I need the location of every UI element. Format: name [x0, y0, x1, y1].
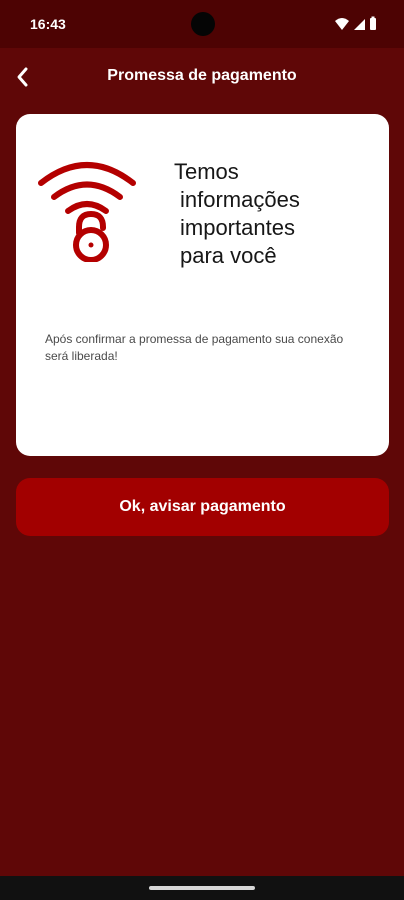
- headline-line-1: Temos: [174, 159, 239, 184]
- wifi-icon: [335, 18, 349, 30]
- app-bar: Promessa de pagamento: [0, 48, 404, 106]
- card-message: Após confirmar a promessa de pagamento s…: [45, 332, 344, 363]
- headline-line-3: importantes: [180, 215, 295, 240]
- status-time: 16:43: [30, 16, 66, 32]
- gesture-navigation-bar: [0, 876, 404, 900]
- card-headline: Temos informações importantes para você: [174, 158, 364, 270]
- signal-icon: [354, 19, 365, 30]
- wifi-lock-icon: [38, 162, 136, 262]
- page-title: Promessa de pagamento: [107, 67, 297, 84]
- headline-line-2: informações: [180, 187, 300, 212]
- home-indicator[interactable]: [149, 886, 255, 890]
- status-icons: [334, 16, 378, 32]
- headline-line-4: para você: [180, 243, 277, 268]
- battery-icon: [370, 18, 376, 30]
- phone-screen: 16:43 Promessa de pagamento Temos inform…: [0, 0, 404, 900]
- front-camera: [191, 12, 215, 36]
- system-status-icons: [335, 16, 376, 30]
- battery-cap: [371, 16, 375, 19]
- info-card: Temos informações importantes para você …: [16, 114, 389, 456]
- confirm-payment-button[interactable]: Ok, avisar pagamento: [16, 478, 389, 536]
- status-bar: 16:43: [0, 0, 404, 48]
